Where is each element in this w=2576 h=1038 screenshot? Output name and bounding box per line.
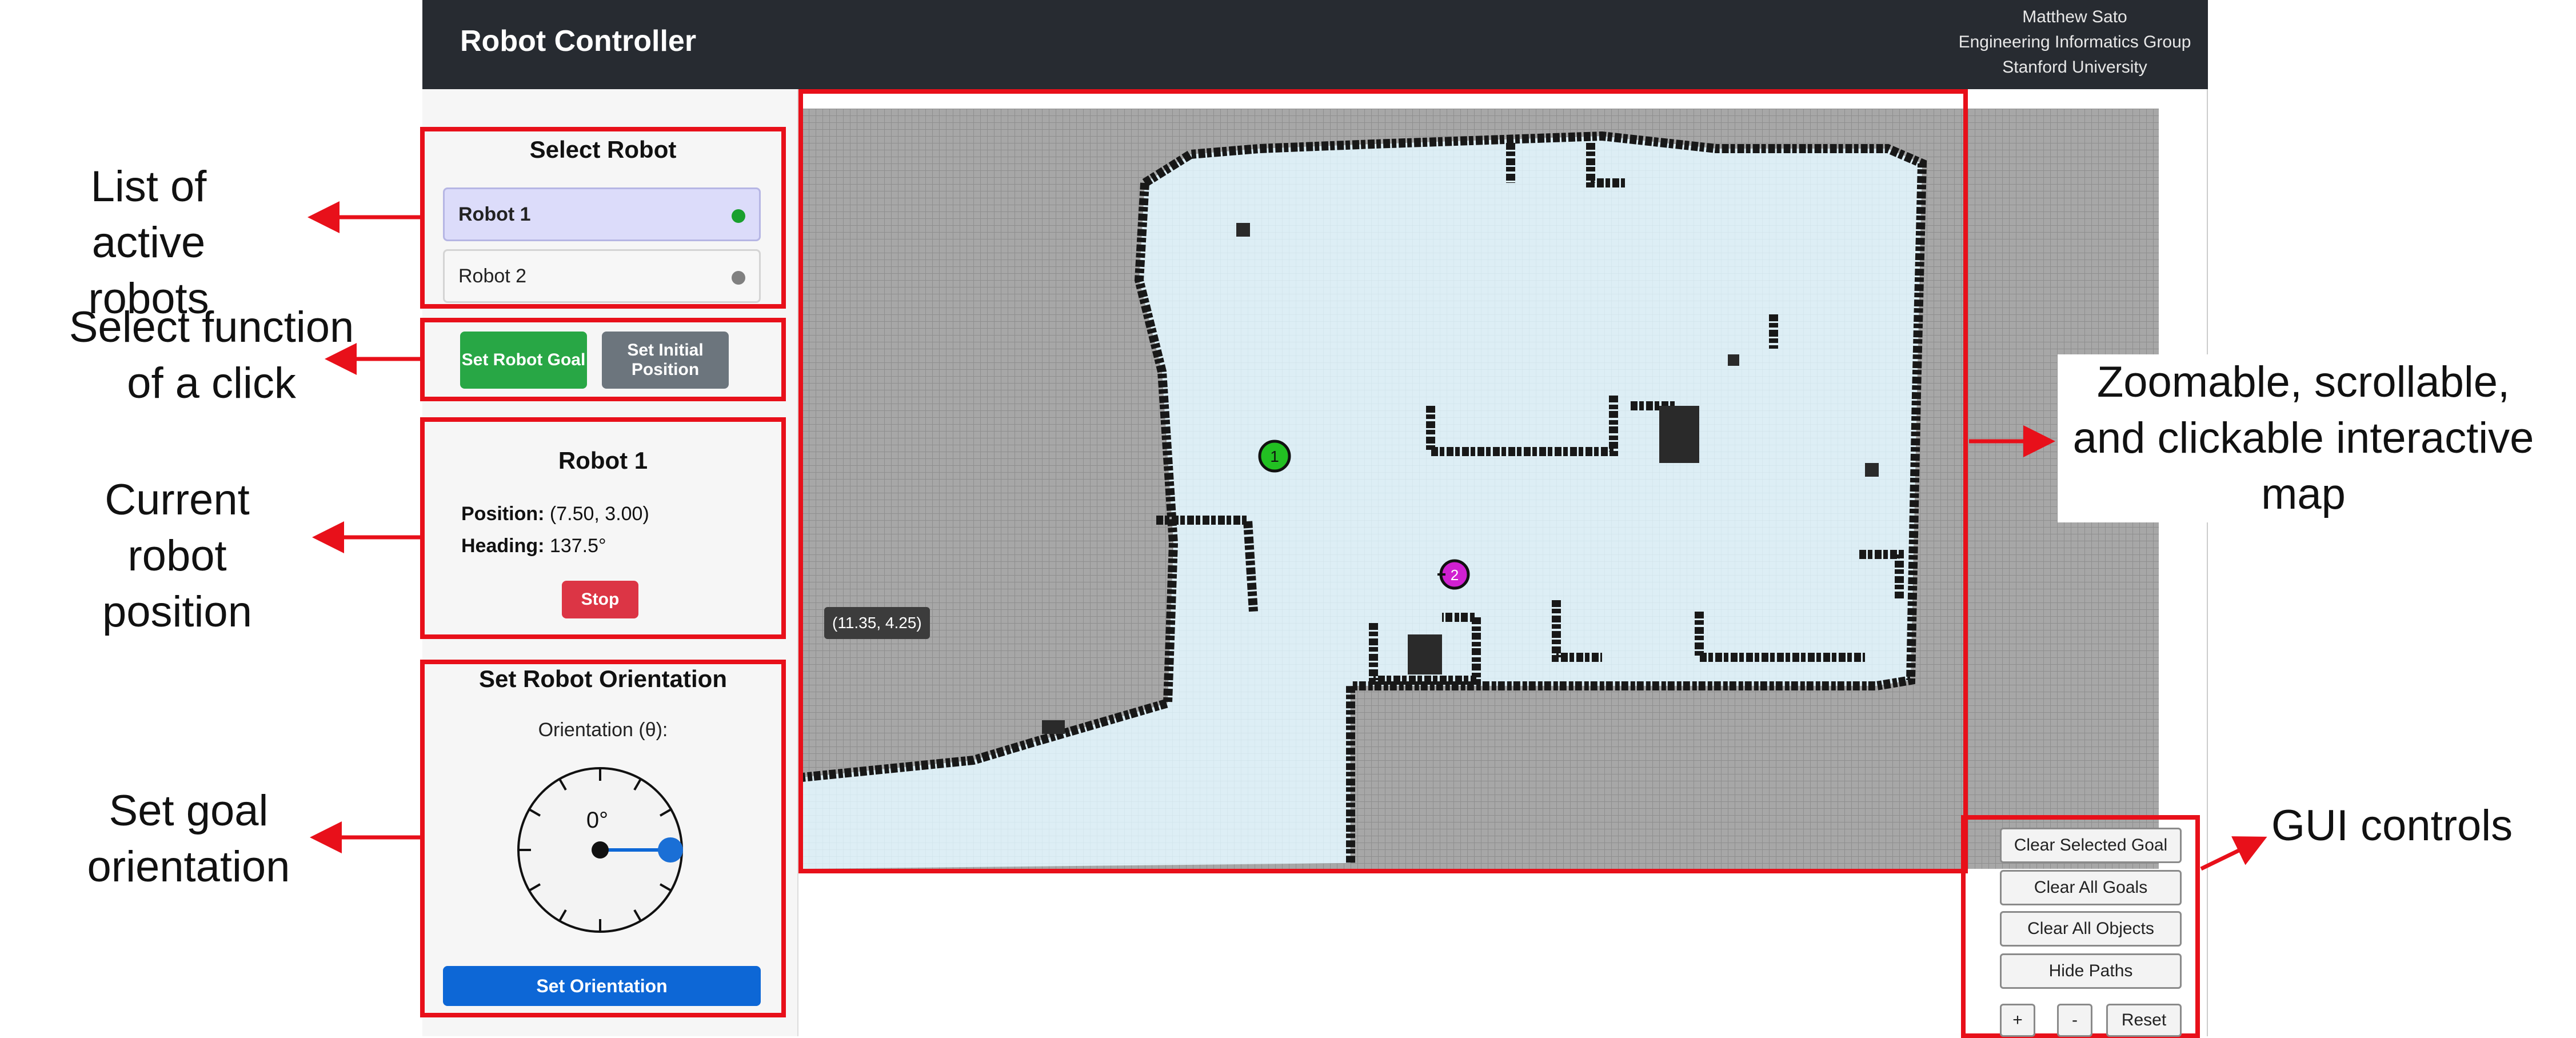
annotation-arrows	[307, 201, 2267, 871]
arrow-gui-controls	[2200, 836, 2267, 871]
